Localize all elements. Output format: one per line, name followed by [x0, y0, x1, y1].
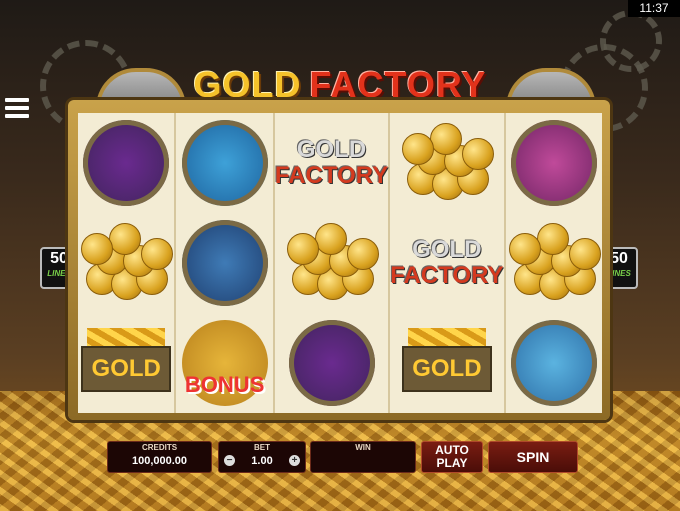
train-symbol: [181, 220, 268, 306]
reel-cell: [506, 113, 602, 213]
win-display: WIN: [310, 441, 416, 473]
reel-cell: [506, 213, 602, 313]
hamburger-icon: [5, 98, 29, 102]
reel-cell: [275, 313, 388, 413]
reel-cell: [78, 213, 174, 313]
ringmaster-symbol: [288, 320, 375, 406]
reel-cell: [176, 213, 272, 313]
reel-cell: [275, 213, 388, 313]
gold-cart-symbol: GOLD: [401, 328, 492, 398]
reels: GOLD BONUS GOLD FACTORY GOLD FACTORY GOLD: [78, 113, 602, 413]
reel-2: BONUS: [176, 113, 275, 413]
coins-symbol: [286, 223, 379, 303]
bet-display: BET 1.00 − +: [218, 441, 306, 473]
logo-symbol: GOLD FACTORY: [390, 236, 504, 289]
coins-symbol: [508, 223, 601, 303]
credits-display: CREDITS 100,000.00: [107, 441, 212, 473]
submarine-symbol: [181, 120, 268, 206]
reel-cell: GOLD: [390, 313, 503, 413]
credits-value: 100,000.00: [131, 455, 188, 467]
reel-cell: [506, 313, 602, 413]
reel-cell: GOLD FACTORY: [275, 113, 388, 213]
menu-button[interactable]: [2, 94, 32, 124]
gold-cart-symbol: GOLD: [81, 328, 172, 398]
reel-3: GOLD FACTORY: [275, 113, 391, 413]
clock: 11:37: [628, 0, 680, 17]
reel-cell: GOLD FACTORY: [390, 213, 503, 313]
reel-4: GOLD FACTORY GOLD: [390, 113, 506, 413]
reel-cell: [176, 113, 272, 213]
airship-symbol: [510, 320, 597, 406]
boy-character-symbol: [510, 120, 597, 206]
reel-cell: [78, 113, 174, 213]
coins-symbol: [401, 123, 494, 203]
bet-plus-button[interactable]: +: [289, 455, 300, 466]
ringmaster-symbol: [83, 120, 170, 206]
reel-5: [506, 113, 602, 413]
logo-symbol: GOLD FACTORY: [274, 136, 389, 189]
reel-cell: GOLD: [78, 313, 174, 413]
gear-icon: [600, 10, 662, 72]
spin-button[interactable]: SPIN: [488, 441, 578, 473]
bonus-symbol: BONUS: [181, 320, 268, 406]
coins-symbol: [81, 223, 174, 303]
autoplay-button[interactable]: AUTO PLAY: [421, 441, 483, 473]
reel-cell: BONUS: [176, 313, 272, 413]
reel-1: GOLD: [78, 113, 177, 413]
bet-minus-button[interactable]: −: [224, 455, 235, 466]
reel-cell: [390, 113, 503, 213]
